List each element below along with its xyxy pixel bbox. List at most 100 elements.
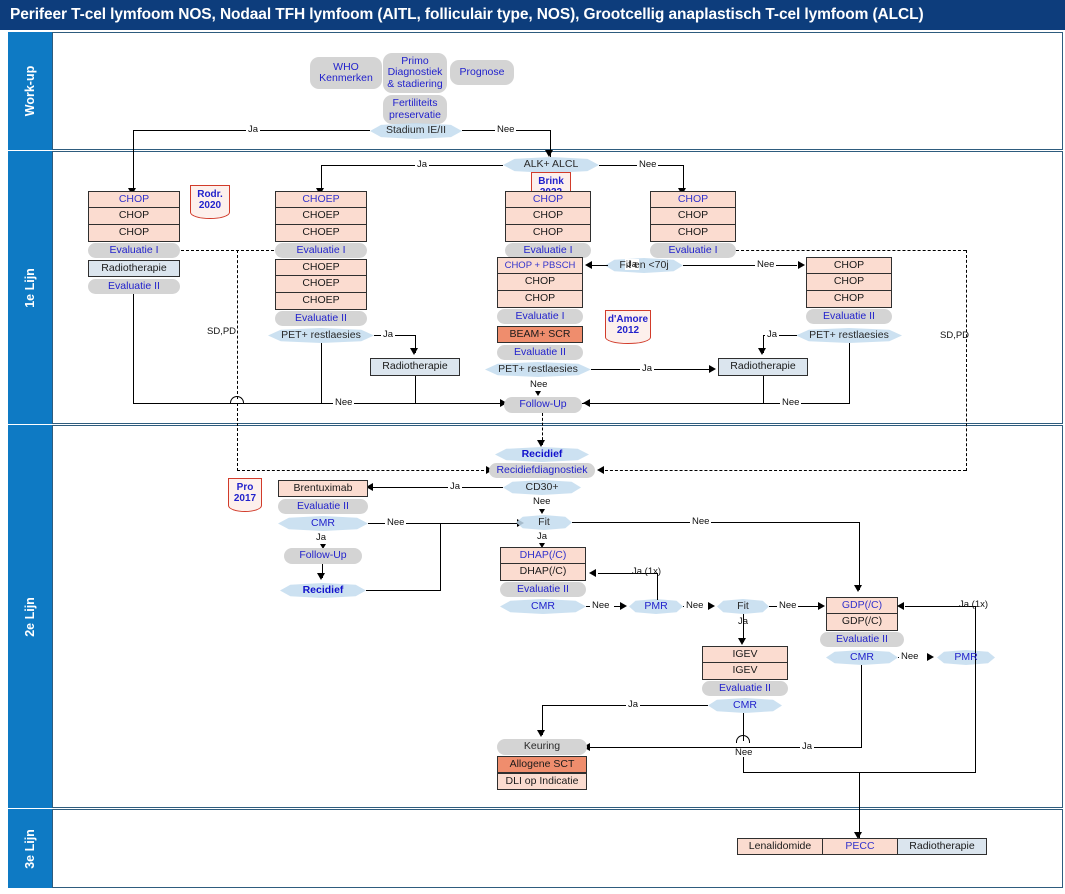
edge-fit-nee-down: [859, 522, 861, 590]
node-evaluatie-i-pbsch[interactable]: Evaluatie I: [497, 309, 583, 324]
decision-cd30[interactable]: CD30+: [503, 480, 581, 495]
edge-label-nee: Nee: [495, 124, 517, 135]
node-evaluatie-ii-fr[interactable]: Evaluatie II: [806, 309, 892, 324]
edge-nee-rail-left: [133, 403, 504, 405]
decision-pet-restlaesies-pbsch[interactable]: PET+ restlaesies: [485, 362, 591, 377]
arrow-down-keuring: [537, 730, 545, 737]
node-brentuximab[interactable]: Brentuximab: [278, 480, 368, 497]
node-choep-1[interactable]: CHOEP: [275, 191, 367, 208]
node-follow-up-lijn2[interactable]: Follow-Up: [284, 548, 362, 564]
node-chop-mid-1[interactable]: CHOP: [505, 191, 591, 208]
node-evaluatie-ii-dhap[interactable]: Evaluatie II: [500, 582, 586, 597]
edge-radio-choep-down: [415, 376, 417, 404]
node-chop-pbsch-3[interactable]: CHOP: [497, 291, 583, 308]
node-chop-fr-3[interactable]: CHOP: [806, 291, 892, 308]
node-dli-op-indicatie[interactable]: DLI op Indicatie: [497, 773, 587, 790]
node-evaluatie-i-rt[interactable]: Evaluatie I: [650, 243, 736, 258]
node-chop-rt-2[interactable]: CHOP: [650, 208, 736, 225]
node-gdp-2[interactable]: GDP(/C): [826, 614, 898, 631]
node-evaluatie-i-mid[interactable]: Evaluatie I: [505, 243, 591, 258]
node-pecc[interactable]: PECC: [822, 838, 898, 855]
node-allogene-sct[interactable]: Allogene SCT: [497, 756, 587, 773]
node-radiotherapie-choep[interactable]: Radiotherapie: [370, 358, 460, 376]
node-evaluatie-i-left[interactable]: Evaluatie I: [88, 243, 180, 258]
recidief-label: Recidief: [521, 447, 563, 460]
ref-name: Rodr.: [197, 189, 223, 200]
node-chop-3[interactable]: CHOP: [88, 225, 180, 242]
decision-fit-en-70j[interactable]: Fit en <70j: [605, 258, 683, 273]
decision-cmr-dhap[interactable]: CMR: [500, 599, 586, 614]
decision-cmr-igev[interactable]: CMR: [708, 698, 782, 713]
node-dhap-1[interactable]: DHAP(/C): [500, 547, 586, 564]
node-radiotherapie-fr[interactable]: Radiotherapie: [718, 358, 808, 376]
node-choep-3[interactable]: CHOEP: [275, 225, 367, 242]
decision-cmr-gdp[interactable]: CMR: [826, 650, 898, 665]
arrow-down-igev: [738, 638, 746, 645]
node-choep-2[interactable]: CHOEP: [275, 208, 367, 225]
lane-label-lijn2-text: 2e Lijn: [23, 596, 37, 637]
decision-pmr-1[interactable]: PMR: [629, 599, 683, 614]
decision-fit-2[interactable]: Fit: [717, 599, 769, 614]
arrow-down-recidief: [537, 440, 545, 447]
node-evaluatie-ii-left[interactable]: Evaluatie II: [88, 279, 180, 294]
node-chop-pbsch[interactable]: CHOP + PBSCH: [497, 257, 583, 274]
reference-rodr-2020[interactable]: Rodr. 2020: [189, 185, 231, 219]
reference-pro-2017[interactable]: Pro 2017: [227, 478, 263, 512]
node-chop-fr-2[interactable]: CHOP: [806, 274, 892, 291]
edge-choep-down: [321, 343, 323, 404]
node-igev-2[interactable]: IGEV: [702, 663, 788, 680]
decision-pet-restlaesies-fr[interactable]: PET+ restlaesies: [796, 328, 902, 343]
node-choep-5[interactable]: CHOEP: [275, 276, 367, 293]
decision-recidief-main[interactable]: Recidief: [495, 447, 589, 462]
decision-pet-restlaesies-choep[interactable]: PET+ restlaesies: [268, 328, 374, 343]
arrow-left-chop-pbsch: [585, 261, 592, 269]
decision-fit-1[interactable]: Fit: [516, 515, 572, 530]
node-chop-fr-1[interactable]: CHOP: [806, 257, 892, 274]
node-follow-up-lijn1[interactable]: Follow-Up: [504, 397, 582, 413]
node-prognose[interactable]: Prognose: [450, 60, 514, 85]
node-choep-6[interactable]: CHOEP: [275, 293, 367, 310]
node-gdp-1[interactable]: GDP(/C): [826, 597, 898, 614]
node-evaluatie-i-choep[interactable]: Evaluatie I: [275, 243, 367, 258]
node-chop-rt-3[interactable]: CHOP: [650, 225, 736, 242]
reference-damore-2012[interactable]: d'Amore 2012: [604, 310, 652, 344]
node-keuring[interactable]: Keuring: [497, 739, 587, 755]
node-evaluatie-ii-brent[interactable]: Evaluatie II: [278, 499, 368, 514]
node-evaluatie-ii-gdp[interactable]: Evaluatie II: [820, 632, 904, 647]
stack-choep-1: CHOEP CHOEP CHOEP: [275, 191, 367, 242]
edge-label-cmr-dhap-nee: Nee: [590, 600, 612, 611]
stack-choep-2: CHOEP CHOEP CHOEP: [275, 259, 367, 310]
node-dhap-2[interactable]: DHAP(/C): [500, 564, 586, 581]
stack-dhap: DHAP(/C) DHAP(/C): [500, 547, 586, 581]
node-chop-rt-1[interactable]: CHOP: [650, 191, 736, 208]
node-chop-pbsch-2[interactable]: CHOP: [497, 274, 583, 291]
edge-label-pet-ja-pbsch: Ja: [640, 363, 655, 374]
node-igev-1[interactable]: IGEV: [702, 646, 788, 663]
node-primo-diagnostiek[interactable]: Primo Diagnostiek & stadiering: [383, 53, 447, 93]
node-chop-mid-2[interactable]: CHOP: [505, 208, 591, 225]
node-fertiliteits-preservatie[interactable]: Fertiliteits preservatie: [383, 95, 447, 124]
decision-recidief-2[interactable]: Recidief: [280, 583, 366, 598]
node-choep-4[interactable]: CHOEP: [275, 259, 367, 276]
lane-label-lijn1: 1e Lijn: [8, 151, 52, 424]
node-evaluatie-ii-choep[interactable]: Evaluatie II: [275, 311, 367, 326]
node-chop-1[interactable]: CHOP: [88, 191, 180, 208]
node-beam-scr[interactable]: BEAM+ SCR: [497, 326, 583, 343]
node-evaluatie-ii-igev[interactable]: Evaluatie II: [702, 681, 788, 696]
decision-pmr-2[interactable]: PMR: [937, 650, 995, 665]
node-chop-2[interactable]: CHOP: [88, 208, 180, 225]
node-radiotherapie-left[interactable]: Radiotherapie: [88, 260, 180, 277]
node-lenalidomide[interactable]: Lenalidomide: [737, 838, 823, 855]
node-who-kenmerken[interactable]: WHO Kenmerken: [310, 57, 382, 89]
node-evaluatie-ii-pbsch[interactable]: Evaluatie II: [497, 345, 583, 360]
decision-stadium-ie-ii[interactable]: Stadium IE/II: [370, 123, 462, 139]
edge-dashed-left-down: [237, 403, 238, 471]
node-recidiefdiagnostiek[interactable]: Recidiefdiagnostiek: [489, 463, 595, 478]
node-chop-mid-3[interactable]: CHOP: [505, 225, 591, 242]
edge-label-cd30-nee: Nee: [533, 496, 551, 507]
node-radiotherapie-lijn3[interactable]: Radiotherapie: [897, 838, 987, 855]
decision-cmr-brent[interactable]: CMR: [278, 516, 368, 531]
edge-dashed-sdpd-left: [237, 250, 238, 399]
edge-alk-ja: [321, 165, 503, 167]
decision-alk-alcl[interactable]: ALK+ ALCL: [503, 157, 599, 173]
